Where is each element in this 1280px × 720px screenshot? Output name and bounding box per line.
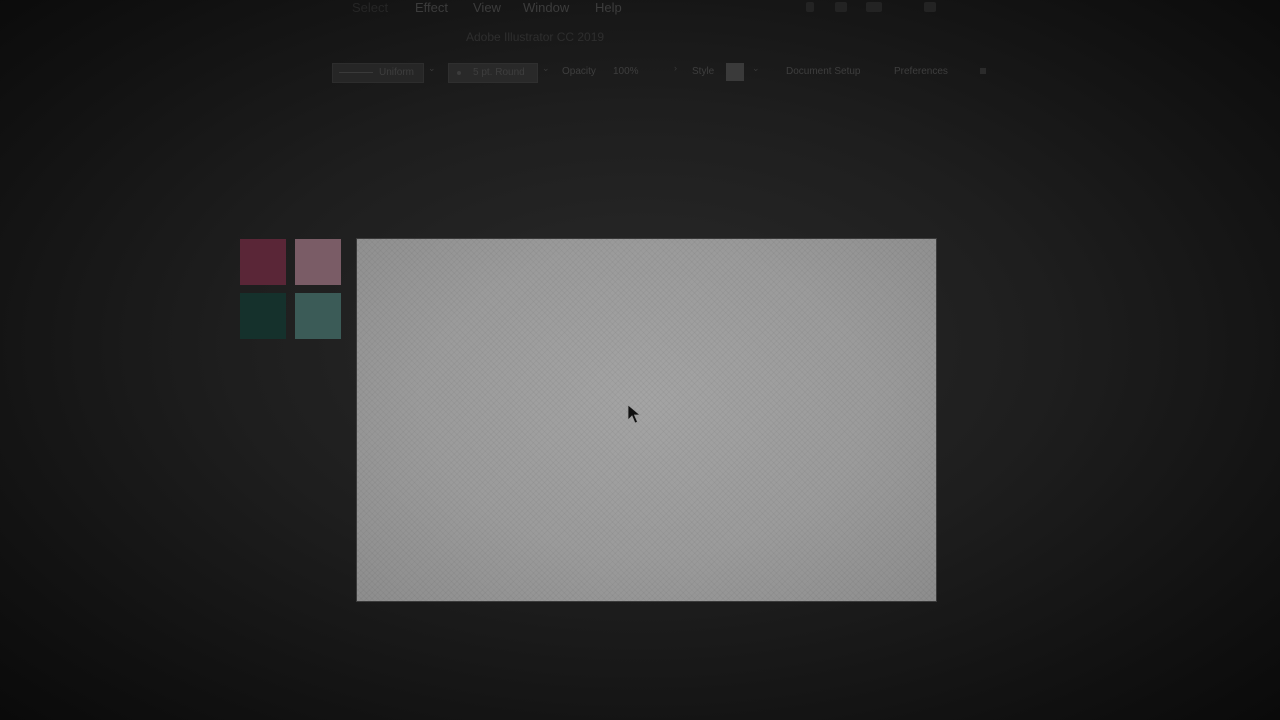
brush-dot-icon [457, 71, 461, 75]
user-icon[interactable] [866, 2, 882, 12]
menu-help[interactable]: Help [595, 0, 622, 16]
chevron-down-icon[interactable]: ⌄ [752, 63, 760, 74]
menu-bar: Select Effect View Window Help [0, 0, 1280, 18]
menu-effect[interactable]: Effect [415, 0, 448, 16]
brush-definition-dropdown[interactable]: 5 pt. Round [448, 63, 538, 83]
pen-icon[interactable] [806, 2, 814, 12]
style-swatch[interactable] [726, 63, 744, 81]
settings-icon[interactable] [835, 2, 847, 12]
stroke-line-preview [339, 72, 373, 73]
brush-label: 5 pt. Round [473, 67, 525, 78]
opacity-input[interactable]: 100% [613, 63, 639, 81]
chevron-right-icon[interactable]: › [674, 63, 677, 73]
color-swatch-magenta[interactable] [240, 239, 286, 285]
color-swatch-dark-teal[interactable] [240, 293, 286, 339]
document-setup-button[interactable]: Document Setup [786, 63, 861, 81]
search-icon[interactable] [924, 2, 936, 12]
menu-view[interactable]: View [473, 0, 501, 16]
menu-window[interactable]: Window [523, 0, 569, 16]
app-window: Select Effect View Window Help Adobe Ill… [0, 0, 1280, 720]
color-swatch-teal[interactable] [295, 293, 341, 339]
menu-select[interactable]: Select [352, 0, 388, 16]
preferences-button[interactable]: Preferences [894, 63, 948, 81]
color-swatch-pink[interactable] [295, 239, 341, 285]
stroke-profile-dropdown[interactable]: Uniform [332, 63, 424, 83]
stroke-profile-label: Uniform [379, 67, 415, 78]
style-label: Style [692, 66, 715, 77]
artboard-canvas[interactable] [357, 239, 936, 601]
opacity-label[interactable]: Opacity [562, 63, 596, 81]
chevron-down-icon[interactable]: ⌄ [428, 63, 436, 74]
chevron-down-icon[interactable]: ⌄ [542, 63, 550, 74]
control-bar: Uniform ⌄ 5 pt. Round ⌄ Opacity 100% › S… [320, 60, 1020, 84]
arrow-cursor-icon [627, 404, 641, 424]
app-title: Adobe Illustrator CC 2019 [466, 30, 605, 44]
arrange-icon[interactable] [980, 68, 986, 74]
